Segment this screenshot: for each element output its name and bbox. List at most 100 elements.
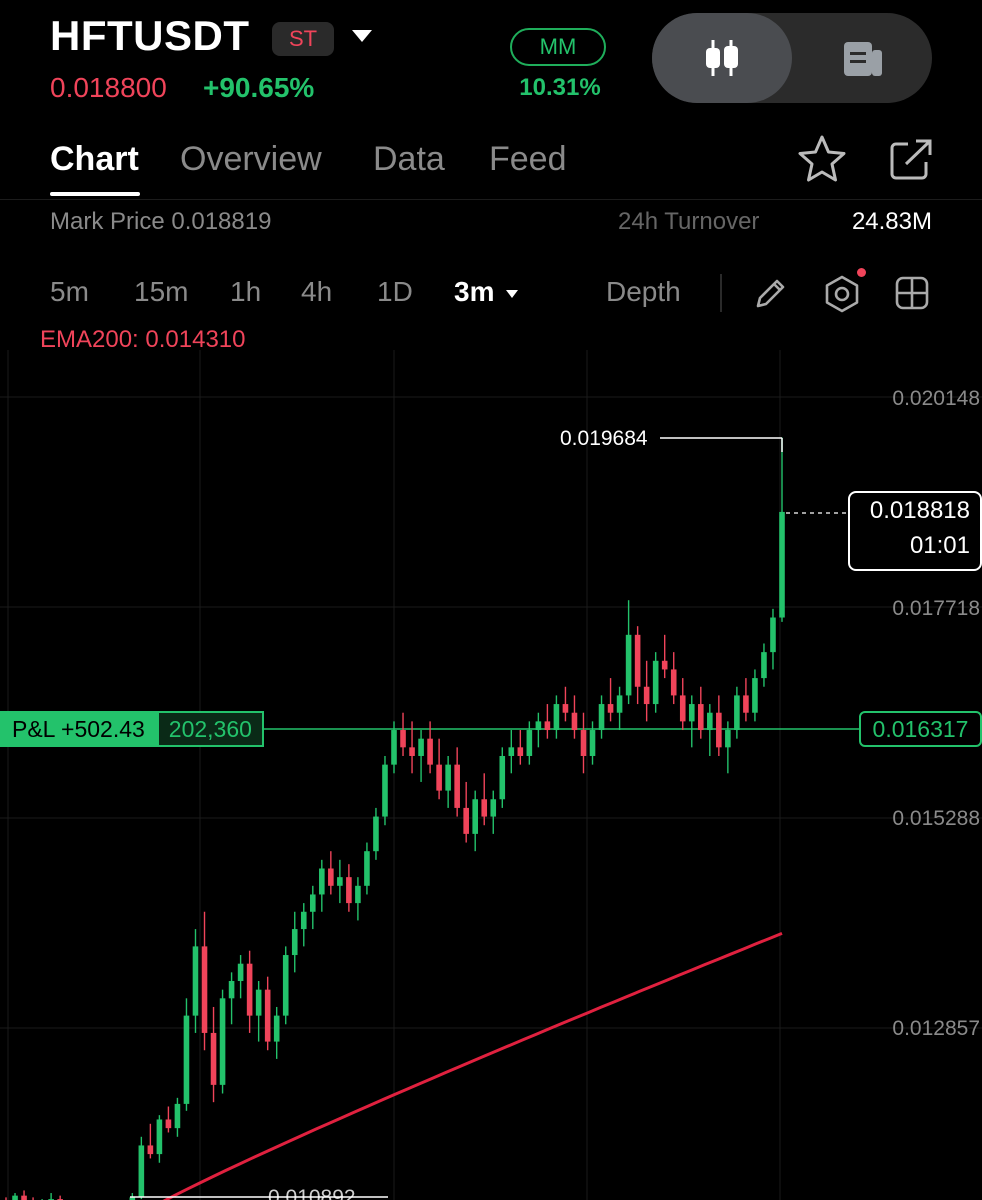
pencil-icon[interactable] xyxy=(752,276,788,312)
candle-body xyxy=(364,851,370,886)
interval-1h[interactable]: 1h xyxy=(230,276,261,308)
chart-grid xyxy=(0,350,982,1200)
candle-body xyxy=(535,721,542,731)
candle-body xyxy=(472,799,479,834)
candle-body xyxy=(553,704,560,731)
toggle-chart-button[interactable] xyxy=(652,13,792,103)
candle-body xyxy=(761,652,767,679)
ema-line xyxy=(162,932,783,1200)
low-marker-label: 0.010892 xyxy=(268,1186,356,1200)
candle-body xyxy=(562,704,569,713)
candle-body xyxy=(743,695,749,713)
pnl-label: P&L +502.43 xyxy=(0,711,157,747)
candle-body xyxy=(716,712,722,748)
candle-body xyxy=(237,963,244,982)
candles-group xyxy=(5,437,785,1200)
share-icon[interactable] xyxy=(888,138,934,182)
position-size: 202,360 xyxy=(156,711,264,747)
candle-body xyxy=(499,755,506,800)
candle-body xyxy=(273,1015,280,1042)
symbol-title[interactable]: HFTUSDT xyxy=(50,12,249,60)
y-tick-3: 0.015288 xyxy=(892,807,980,830)
candle-body xyxy=(12,1195,18,1200)
candle-body xyxy=(697,704,704,731)
candle-body xyxy=(571,712,578,731)
candle-body xyxy=(282,955,289,1016)
candle-body xyxy=(463,807,469,834)
current-price-box: 0.018818 01:01 xyxy=(848,491,982,571)
active-tab-indicator xyxy=(50,192,140,196)
st-badge: ST xyxy=(272,22,334,56)
symbol-dropdown-icon[interactable] xyxy=(352,30,372,42)
candle-body xyxy=(147,1145,154,1155)
candle-body xyxy=(607,704,614,713)
tab-data[interactable]: Data xyxy=(373,140,445,179)
mm-badge[interactable]: MM xyxy=(510,28,606,66)
candle-body xyxy=(679,695,686,722)
candle-body xyxy=(228,981,235,999)
candle-body xyxy=(373,816,379,852)
candle-body xyxy=(508,747,515,756)
candle-body xyxy=(391,730,397,765)
turnover-value: 24.83M xyxy=(851,208,932,235)
candle-body xyxy=(400,730,406,748)
tab-overview[interactable]: Overview xyxy=(180,140,322,179)
tab-chart[interactable]: Chart xyxy=(50,140,139,179)
candle-body xyxy=(210,1032,217,1085)
settings-icon[interactable] xyxy=(822,274,862,314)
candle-body xyxy=(201,946,208,1033)
candle-body xyxy=(490,799,497,817)
toolbar-divider xyxy=(720,274,722,312)
candle-body xyxy=(634,634,641,687)
candle-body xyxy=(625,634,632,696)
main-tabs: Chart Overview Data Feed xyxy=(0,130,982,200)
candle-body xyxy=(661,660,668,670)
high-marker-label: 0.019684 xyxy=(560,427,648,450)
interval-3m[interactable]: 3m xyxy=(454,276,494,308)
candle-body xyxy=(346,877,352,904)
header: HFTUSDT ST 0.018800 +90.65% MM 10.31% xyxy=(0,0,982,120)
interval-dropdown-icon[interactable] xyxy=(506,290,518,298)
candle-body xyxy=(309,894,316,912)
y-tick-1: 0.020148 xyxy=(892,387,980,410)
tab-feed[interactable]: Feed xyxy=(489,140,567,179)
candle-body xyxy=(174,1103,181,1129)
candle-body xyxy=(219,998,226,1085)
info-row: Mark Price 0.018819 24h Turnover 24.83M xyxy=(0,200,982,246)
candle-body xyxy=(183,1015,190,1104)
candle-body xyxy=(355,885,361,904)
y-tick-4: 0.012857 xyxy=(892,1017,980,1040)
candle-body xyxy=(255,989,262,1016)
interval-bar: 5m 15m 1h 4h 1D 3m Depth xyxy=(0,262,982,324)
candle-body xyxy=(589,730,596,756)
candle-countdown: 01:01 xyxy=(909,532,970,559)
candle-body xyxy=(544,721,551,731)
star-icon[interactable] xyxy=(796,134,848,184)
turnover-label: 24h Turnover xyxy=(618,208,760,235)
candle-body xyxy=(427,738,433,765)
candle-body xyxy=(156,1119,163,1155)
candle-body xyxy=(734,695,740,731)
price-change: +90.65% xyxy=(203,72,315,103)
document-icon[interactable] xyxy=(842,40,884,78)
interval-5m[interactable]: 5m xyxy=(50,276,89,308)
depth-tab[interactable]: Depth xyxy=(606,276,681,308)
last-price: 0.018800 xyxy=(50,72,167,103)
view-toggle xyxy=(652,13,932,103)
interval-1d[interactable]: 1D xyxy=(377,276,413,308)
candle-body xyxy=(616,695,623,713)
interval-4h[interactable]: 4h xyxy=(301,276,332,308)
entry-price-label: 0.016317 xyxy=(859,711,982,747)
candle-body xyxy=(319,868,325,895)
candle-body xyxy=(337,877,343,886)
pnl-box[interactable]: P&L +502.43 202,360 xyxy=(0,711,264,747)
candle-body xyxy=(580,730,587,756)
mark-price: Mark Price 0.018819 xyxy=(50,208,272,235)
interval-15m[interactable]: 15m xyxy=(134,276,188,308)
candle-body xyxy=(165,1119,172,1129)
candle-body xyxy=(688,704,695,722)
candle-body xyxy=(770,617,776,653)
layout-grid-icon[interactable] xyxy=(894,275,930,311)
candle-body xyxy=(409,747,415,756)
candle-body xyxy=(291,929,298,956)
